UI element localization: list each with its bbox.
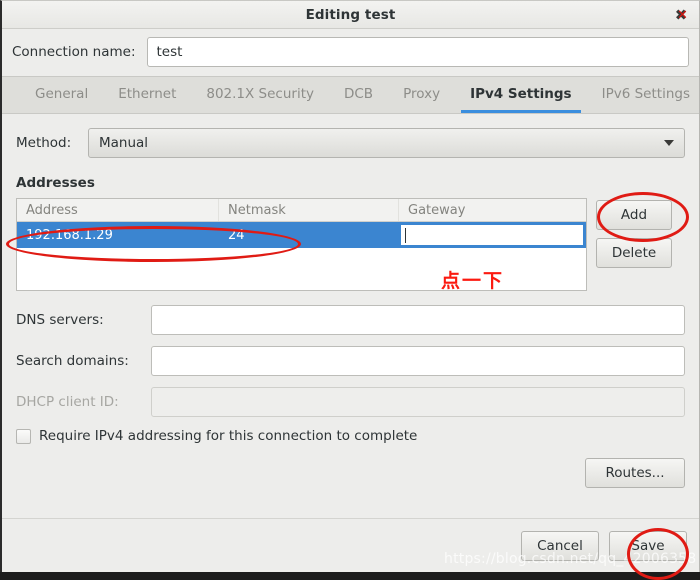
method-value: Manual [99, 135, 149, 151]
cell-gateway-editor[interactable] [399, 223, 585, 247]
search-domains-label: Search domains: [16, 353, 129, 369]
addresses-table: Address Netmask Gateway 192.168.1.29 24 [16, 198, 587, 291]
tab-ipv4-settings[interactable]: IPv4 Settings [455, 75, 587, 113]
column-header-netmask: Netmask [219, 199, 399, 221]
connection-name-input[interactable] [146, 37, 689, 67]
connection-name-row: Connection name: [2, 29, 699, 76]
method-label: Method: [16, 135, 72, 151]
require-ipv4-checkbox[interactable] [16, 428, 31, 444]
tab-bar: General Ethernet 802.1X Security DCB Pro… [2, 76, 699, 114]
column-header-address: Address [17, 199, 219, 221]
addresses-heading: Addresses [16, 175, 95, 191]
addresses-buttons: Add Delete [596, 198, 672, 268]
connection-name-label: Connection name: [12, 44, 136, 60]
dhcp-client-id-label: DHCP client ID: [16, 394, 119, 410]
delete-button[interactable]: Delete [596, 238, 672, 268]
addresses-area: Address Netmask Gateway 192.168.1.29 24 [16, 198, 685, 291]
window-title: Editing test [305, 6, 396, 23]
dialog-action-bar: Cancel Save [2, 518, 699, 572]
tab-general[interactable]: General [20, 75, 103, 113]
method-select[interactable]: Manual [88, 128, 685, 158]
cell-netmask[interactable]: 24 [219, 222, 399, 248]
routes-row: Routes... [16, 458, 685, 488]
search-domains-input[interactable] [151, 346, 685, 376]
editing-connection-dialog: Editing test ✖ Connection name: General … [0, 0, 700, 572]
table-header-row: Address Netmask Gateway [17, 199, 586, 222]
column-header-gateway: Gateway [408, 202, 466, 218]
require-ipv4-row[interactable]: Require IPv4 addressing for this connect… [16, 428, 685, 444]
text-caret [405, 227, 406, 243]
table-row[interactable]: 192.168.1.29 24 [17, 222, 586, 248]
search-domains-row: Search domains: [16, 346, 685, 376]
titlebar: Editing test ✖ [2, 1, 699, 29]
tab-ipv6-settings[interactable]: IPv6 Settings [587, 75, 700, 113]
ipv4-settings-page: Method: Manual Addresses Address Netmask… [2, 114, 699, 518]
chevron-down-icon [664, 140, 674, 146]
add-button[interactable]: Add [596, 200, 672, 230]
cancel-button[interactable]: Cancel [521, 530, 599, 561]
tab-8021x-security[interactable]: 802.1X Security [191, 75, 329, 113]
routes-button[interactable]: Routes... [585, 458, 685, 488]
dhcp-client-id-row: DHCP client ID: [16, 387, 685, 417]
dns-servers-input[interactable] [151, 305, 685, 335]
dns-servers-label: DNS servers: [16, 312, 104, 328]
cell-address[interactable]: 192.168.1.29 [17, 222, 219, 248]
save-button[interactable]: Save [609, 530, 687, 561]
require-ipv4-label: Require IPv4 addressing for this connect… [39, 428, 418, 444]
tab-dcb[interactable]: DCB [329, 75, 388, 113]
method-row: Method: Manual [16, 128, 685, 158]
dns-servers-row: DNS servers: [16, 305, 685, 335]
close-icon[interactable]: ✖ [671, 5, 691, 25]
tab-ethernet[interactable]: Ethernet [103, 75, 191, 113]
screen: Editing test ✖ Connection name: General … [0, 0, 700, 580]
tab-proxy[interactable]: Proxy [388, 75, 455, 113]
dhcp-client-id-input [151, 387, 685, 417]
